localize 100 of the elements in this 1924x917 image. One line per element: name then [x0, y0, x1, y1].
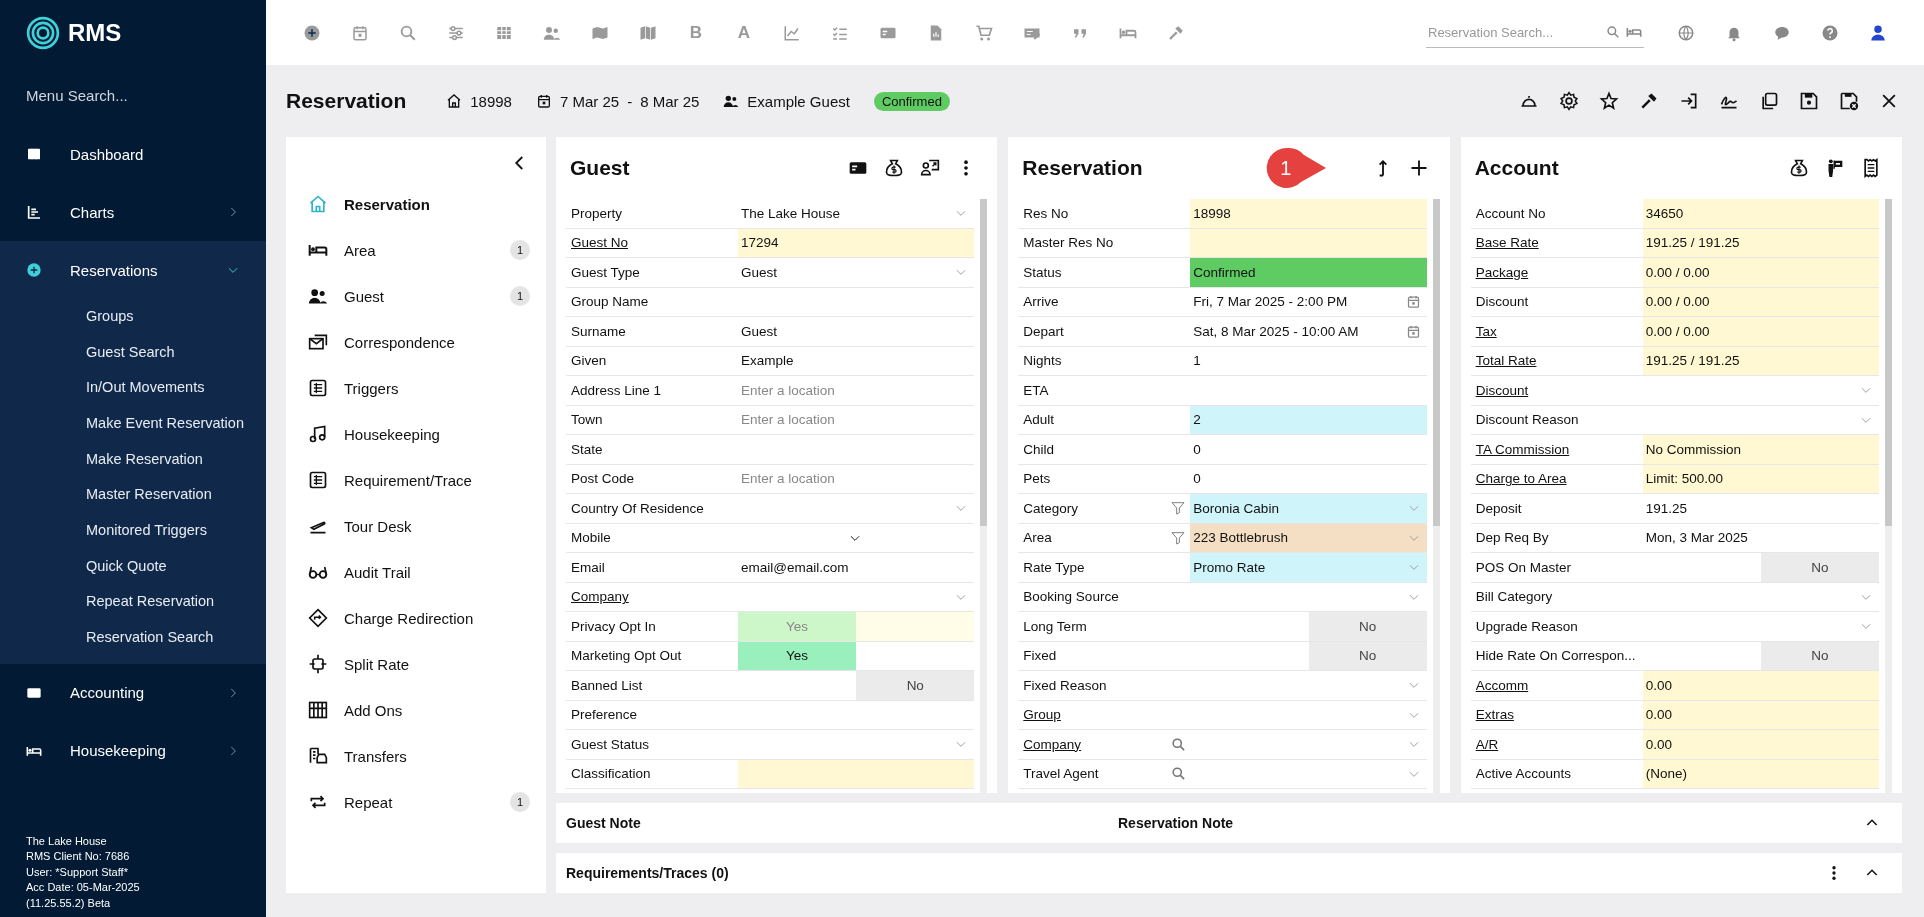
input-field[interactable]: 0.00 [1642, 730, 1879, 759]
date-field[interactable]: Sat, 8 Mar 2025 - 10:00 AM [1190, 317, 1427, 346]
input-field[interactable]: 0 [1190, 464, 1427, 493]
input-field[interactable]: 18998 [1190, 199, 1427, 228]
calendar-icon[interactable] [351, 23, 369, 42]
sidebar-subitem[interactable]: Repeat Reservation [0, 584, 266, 621]
filter-icon[interactable] [1170, 500, 1187, 517]
nav-item[interactable]: Correspondence [306, 319, 530, 365]
scrollbar[interactable] [1432, 199, 1440, 793]
menu-search-field[interactable]: Menu Search... [0, 65, 266, 125]
dropdown-field[interactable]: 223 Bottlebrush [1190, 523, 1427, 552]
sidebar-subitem[interactable]: Make Reservation [0, 441, 266, 478]
input-field[interactable]: Mon, 3 Mar 2025 [1642, 523, 1879, 552]
field-link[interactable]: Tax [1475, 323, 1639, 339]
input-field[interactable]: 0.00 / 0.00 [1642, 317, 1879, 346]
nav-item[interactable]: Area 1 [306, 227, 530, 273]
input-field[interactable]: 0.00 [1642, 700, 1879, 729]
input-field[interactable] [1190, 228, 1427, 257]
sidebar-item[interactable]: Housekeeping [0, 721, 266, 780]
input-field[interactable]: Enter a location [738, 376, 975, 405]
input-field[interactable]: 0.00 / 0.00 [1642, 287, 1879, 316]
receipt-icon[interactable] [1861, 158, 1881, 178]
hammer-icon[interactable] [1639, 91, 1659, 111]
calendar-icon[interactable] [1405, 323, 1421, 339]
plus-circle-icon[interactable] [303, 23, 321, 42]
save-close-icon[interactable] [1839, 91, 1859, 111]
nav-item[interactable]: Transfers [306, 733, 530, 779]
money-bag-icon[interactable] [884, 158, 905, 178]
search-icon[interactable] [399, 23, 417, 42]
field-link[interactable]: Company [571, 589, 734, 605]
input-field[interactable]: 191.25 [1642, 494, 1879, 523]
sidebar-subitem[interactable]: Guest Search [0, 334, 266, 371]
input-field[interactable]: 0 [1190, 435, 1427, 464]
field-link[interactable]: Company [1023, 736, 1166, 752]
scrollbar[interactable] [980, 199, 988, 793]
input-field[interactable]: (None) [1642, 759, 1879, 788]
cart-icon[interactable] [975, 23, 993, 42]
nav-item[interactable]: Split Rate [306, 641, 530, 687]
copy-icon[interactable] [1759, 91, 1779, 111]
date-field[interactable]: Fri, 7 Mar 2025 - 2:00 PM [1190, 287, 1427, 316]
sidebar-item[interactable]: Dashboard [0, 125, 266, 183]
dropdown-field[interactable]: Guest [738, 258, 975, 287]
nav-item[interactable]: Tour Desk [306, 503, 530, 549]
calendar-icon[interactable] [1405, 294, 1421, 310]
map-icon[interactable] [639, 23, 657, 42]
input-field[interactable]: 2 [1190, 405, 1427, 434]
dropdown-field[interactable]: Promo Rate [1190, 553, 1427, 582]
field-link[interactable]: A/R [1475, 736, 1639, 752]
sidebar-subitem[interactable]: Master Reservation [0, 477, 266, 514]
input-field[interactable]: No Commission [1642, 435, 1879, 464]
field-link[interactable]: Charge to Area [1475, 471, 1639, 487]
sidebar-subitem[interactable]: Groups [0, 299, 266, 335]
input-field[interactable]: 34650 [1642, 199, 1879, 228]
nav-item[interactable]: Charge Redirection [306, 595, 530, 641]
input-field[interactable]: Enter a location [738, 464, 975, 493]
nav-item[interactable]: Housekeeping [306, 411, 530, 457]
sliders-icon[interactable] [447, 23, 465, 42]
sidebar-item[interactable]: Reservations [0, 241, 266, 299]
nav-item[interactable]: Audit Trail [306, 549, 530, 595]
field-link[interactable]: Extras [1475, 707, 1639, 723]
scrollbar[interactable] [1885, 199, 1892, 793]
user-icon[interactable] [1869, 23, 1887, 42]
sidebar-subitem[interactable]: Make Event Reservation [0, 406, 266, 442]
sign-in-icon[interactable] [1679, 91, 1699, 111]
field-link[interactable]: Package [1475, 264, 1639, 280]
save-icon[interactable] [1799, 91, 1819, 111]
globe-icon[interactable] [1677, 23, 1695, 42]
input-field[interactable]: 17294 [738, 228, 975, 257]
sidebar-subitem[interactable]: In/Out Movements [0, 370, 266, 406]
sidebar-subitem[interactable]: Monitored Triggers [0, 513, 266, 549]
input-field[interactable]: Limit: 500.00 [1642, 464, 1879, 493]
search-icon[interactable] [1171, 736, 1187, 752]
sidebar-subitem[interactable]: Reservation Search [0, 620, 266, 656]
input-field[interactable]: email@email.com [738, 553, 975, 582]
nav-item[interactable]: Triggers [306, 365, 530, 411]
input-field[interactable]: Guest [738, 317, 975, 346]
person-arrow-icon[interactable] [920, 158, 941, 178]
filter-icon[interactable] [1170, 529, 1187, 546]
line-chart-icon[interactable] [783, 23, 801, 42]
sidebar-item[interactable]: Charts [0, 183, 266, 241]
input-field[interactable]: 191.25 / 191.25 [1642, 228, 1879, 257]
field-link[interactable]: Group [1023, 707, 1187, 723]
settings-icon[interactable] [1559, 91, 1579, 111]
sidebar-item[interactable]: Accounting [0, 663, 266, 722]
nav-item[interactable]: Reservation [306, 181, 530, 227]
nav-item[interactable]: Repeat 1 [306, 779, 530, 825]
field-link[interactable]: Guest No [571, 235, 734, 251]
input-field[interactable] [738, 759, 975, 788]
sidebar-subitem[interactable]: Quick Quote [0, 548, 266, 585]
sparkle-icon[interactable] [1599, 91, 1619, 111]
input-field[interactable]: 0.00 [1642, 671, 1879, 700]
field-link[interactable]: Accomm [1475, 677, 1639, 693]
input-field[interactable]: Enter a location [738, 405, 975, 434]
input-field[interactable]: 191.25 / 191.25 [1642, 346, 1879, 375]
input-field[interactable]: Confirmed [1190, 258, 1427, 287]
nav-item[interactable]: Add Ons [306, 687, 530, 733]
field-link[interactable]: Discount [1475, 382, 1639, 398]
dropdown-field[interactable]: Boronia Cabin [1190, 494, 1427, 523]
help-icon[interactable] [1821, 23, 1839, 42]
field-link[interactable]: TA Commission [1475, 441, 1639, 457]
